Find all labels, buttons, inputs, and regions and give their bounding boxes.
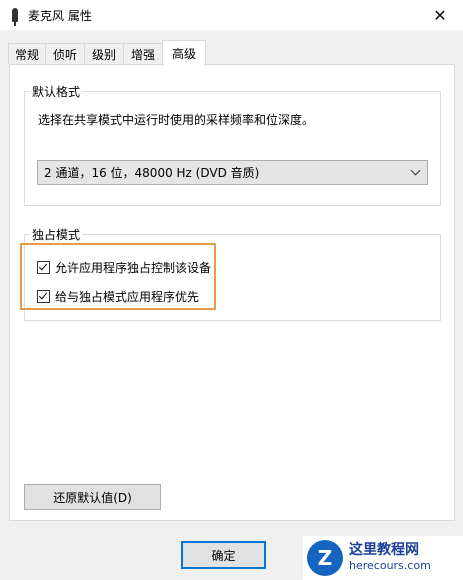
default-format-label: 默认格式 [30, 83, 83, 100]
tab-general[interactable]: 常规 [8, 43, 46, 64]
exclusive-priority-label: 给与独占模式应用程序优先 [55, 290, 200, 304]
sample-rate-value: 2 通道，16 位，48000 Hz (DVD 音质) [44, 166, 260, 180]
tab-advanced[interactable]: 高级 [162, 40, 206, 66]
allow-exclusive-control-label: 允许应用程序独占控制该设备 [55, 261, 212, 275]
tab-listen[interactable]: 侦听 [45, 43, 85, 64]
chevron-down-icon [410, 165, 421, 176]
title-bar: 麦克风 属性 ✕ [0, 0, 463, 30]
watermark-text: 这里教程网 herecours.com [349, 543, 431, 573]
allow-exclusive-control-checkbox[interactable]: 允许应用程序独占控制该设备 [37, 259, 211, 276]
site-watermark: Z 这里教程网 herecours.com [303, 536, 463, 580]
checkbox-checked-icon [37, 261, 50, 274]
sample-rate-dropdown[interactable]: 2 通道，16 位，48000 Hz (DVD 音质) [37, 160, 428, 185]
microphone-icon [12, 8, 18, 26]
watermark-url: herecours.com [349, 559, 431, 572]
tab-levels[interactable]: 级别 [84, 43, 124, 64]
restore-defaults-button[interactable]: 还原默认值(D) [24, 484, 161, 510]
watermark-logo-icon: Z [307, 540, 343, 576]
exclusive-priority-checkbox[interactable]: 给与独占模式应用程序优先 [37, 288, 199, 305]
window-title: 麦克风 属性 [28, 9, 92, 23]
tab-enhancements[interactable]: 增强 [123, 43, 163, 64]
close-button[interactable]: ✕ [417, 0, 463, 30]
ok-button[interactable]: 确定 [181, 541, 266, 569]
default-format-group [24, 91, 441, 206]
watermark-name: 这里教程网 [349, 542, 419, 558]
default-format-description: 选择在共享模式中运行时使用的采样频率和位深度。 [38, 113, 315, 127]
close-icon: ✕ [433, 5, 447, 25]
exclusive-mode-label: 独占模式 [30, 226, 83, 243]
checkbox-checked-icon [37, 290, 50, 303]
